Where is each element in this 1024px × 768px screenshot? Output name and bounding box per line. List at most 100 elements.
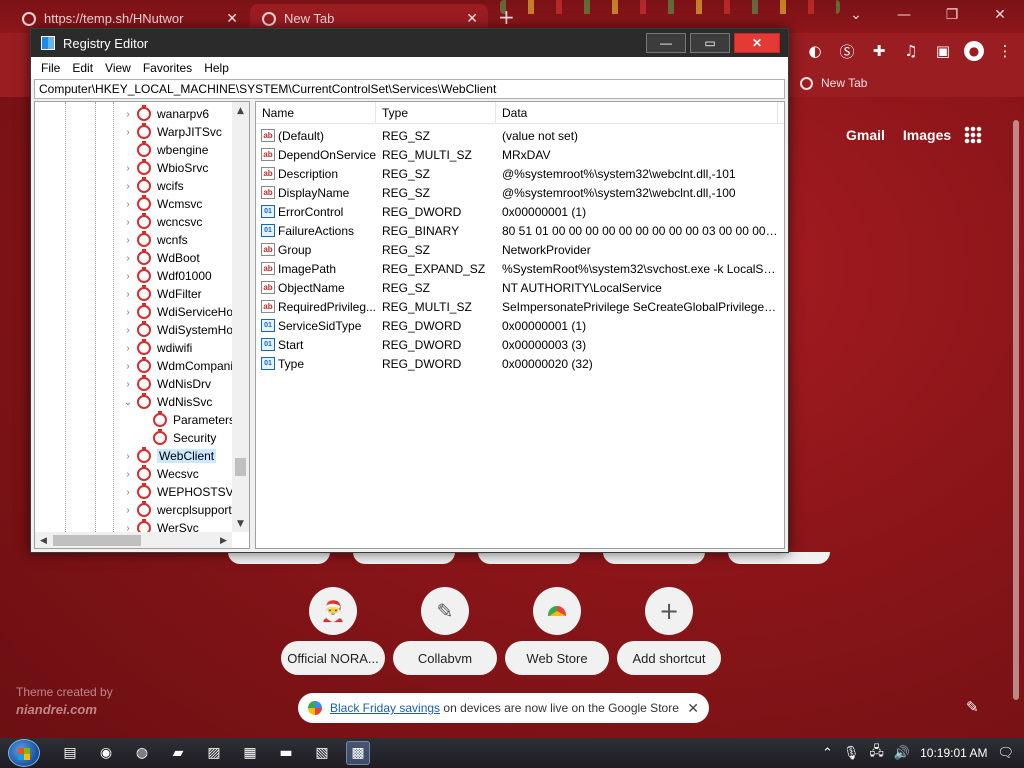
- tree-item[interactable]: › wdiwifi: [121, 339, 192, 357]
- tree-horizontal-scrollbar[interactable]: ◀ ▶: [35, 532, 232, 548]
- menu-favorites[interactable]: Favorites: [137, 61, 198, 75]
- file-explorer-icon[interactable]: ▰: [166, 741, 190, 765]
- bookmark-new-tab[interactable]: New Tab: [800, 76, 867, 90]
- flag-extension-icon[interactable]: ◐: [804, 40, 826, 62]
- close-tab-icon[interactable]: ✕: [466, 10, 478, 27]
- scroll-right-icon[interactable]: ▶: [215, 532, 232, 548]
- close-tab-icon[interactable]: ✕: [226, 10, 238, 27]
- chevron-right-icon[interactable]: ›: [121, 217, 135, 228]
- tree-item[interactable]: › Wcmsvc: [121, 195, 202, 213]
- chevron-right-icon[interactable]: ›: [121, 325, 135, 336]
- tree-item[interactable]: ⌄ WdNisSvc: [121, 393, 212, 411]
- shortcut-official-nora[interactable]: 🎅 Official NORA...: [281, 587, 385, 675]
- value-row[interactable]: ab DisplayName REG_SZ @%systemroot%\system3…: [256, 183, 784, 202]
- chevron-right-icon[interactable]: ›: [121, 199, 135, 210]
- value-row[interactable]: ab ImagePath REG_EXPAND_SZ %SystemRoot%\sys…: [256, 259, 784, 278]
- tree-item[interactable]: › WdNisDrv: [121, 375, 211, 393]
- shortcut-collabvm[interactable]: ✎ Collabvm: [393, 587, 497, 675]
- tree-item[interactable]: › wercplsupport: [121, 501, 232, 519]
- chevron-right-icon[interactable]: ›: [121, 253, 135, 264]
- value-row[interactable]: 01 FailureActions REG_BINARY 80 51 01 00 00…: [256, 221, 784, 240]
- close-icon[interactable]: ✕: [687, 700, 699, 717]
- profile-avatar-icon[interactable]: ●: [964, 41, 984, 61]
- menu-edit[interactable]: Edit: [66, 61, 99, 75]
- command-prompt-icon[interactable]: ▬: [274, 741, 298, 765]
- tree-item[interactable]: › wcnfs: [121, 231, 188, 249]
- puzzle-extensions-icon[interactable]: ✚: [868, 40, 890, 62]
- tree-item[interactable]: › wcifs: [121, 177, 184, 195]
- task-view-icon[interactable]: ▤: [58, 741, 82, 765]
- minimize-button[interactable]: —: [646, 33, 686, 53]
- value-row[interactable]: ab (Default) REG_SZ (value not set): [256, 126, 784, 145]
- regedit-taskbar-icon[interactable]: ▩: [346, 741, 370, 765]
- tree-item[interactable]: Parameters: [137, 411, 235, 429]
- new-tab-plus-icon[interactable]: +: [498, 5, 515, 29]
- tab-search-chevron-icon[interactable]: ⌄: [832, 0, 880, 30]
- chevron-right-icon[interactable]: ›: [121, 361, 135, 372]
- media-playlist-icon[interactable]: ♫: [900, 40, 922, 62]
- promo-link[interactable]: Black Friday savings: [330, 701, 440, 715]
- scrollbar-thumb[interactable]: [53, 535, 141, 546]
- value-row[interactable]: 01 Type REG_DWORD 0x00000020 (32): [256, 354, 784, 373]
- tree-item[interactable]: › WarpJITSvc: [121, 123, 222, 141]
- tree-item[interactable]: › WEPHOSTSVC: [121, 483, 242, 501]
- tree-item[interactable]: wbengine: [121, 141, 208, 159]
- value-row[interactable]: 01 ErrorControl REG_DWORD 0x00000001 (1): [256, 202, 784, 221]
- address-bar[interactable]: Computer\HKEY_LOCAL_MACHINE\SYSTEM\Curre…: [34, 79, 785, 99]
- value-row[interactable]: ab DependOnService REG_MULTI_SZ MRxDAV: [256, 145, 784, 164]
- shortcut-add[interactable]: + Add shortcut: [617, 587, 721, 675]
- close-window-icon[interactable]: ✕: [976, 0, 1024, 30]
- column-header-data[interactable]: Data: [496, 102, 778, 123]
- pencil-icon[interactable]: ✎: [966, 698, 979, 716]
- value-row[interactable]: ab Group REG_SZ NetworkProvider: [256, 240, 784, 259]
- scrollbar-thumb[interactable]: [1013, 120, 1019, 700]
- tree-item[interactable]: › Wecsvc: [121, 465, 199, 483]
- chevron-right-icon[interactable]: ›: [121, 235, 135, 246]
- chevron-right-icon[interactable]: ›: [121, 505, 135, 516]
- maximize-button[interactable]: ▭: [690, 33, 730, 53]
- scroll-left-icon[interactable]: ◀: [35, 532, 52, 548]
- microphone-icon[interactable]: 🎙: [843, 745, 860, 761]
- value-row[interactable]: 01 ServiceSidType REG_DWORD 0x00000001 (1): [256, 316, 784, 335]
- menu-view[interactable]: View: [99, 61, 137, 75]
- tree-item[interactable]: › WdiServiceHost: [121, 303, 242, 321]
- google-apps-grid-icon[interactable]: [964, 126, 982, 144]
- notepad-icon[interactable]: ▧: [310, 741, 334, 765]
- start-button[interactable]: [8, 739, 40, 767]
- side-panel-icon[interactable]: ▣: [932, 40, 954, 62]
- tree-vertical-scrollbar[interactable]: ▲ ▼: [232, 102, 249, 532]
- tree-item[interactable]: › WbioSrvc: [121, 159, 208, 177]
- chrome-taskbar-icon[interactable]: ◉: [94, 741, 118, 765]
- chevron-right-icon[interactable]: ›: [121, 343, 135, 354]
- clock[interactable]: 10:19:01 AM: [920, 746, 987, 760]
- chevron-right-icon[interactable]: ›: [121, 163, 135, 174]
- chevron-up-icon[interactable]: ⌃: [822, 745, 833, 761]
- chevron-right-icon[interactable]: ›: [121, 307, 135, 318]
- value-row[interactable]: 01 Start REG_DWORD 0x00000003 (3): [256, 335, 784, 354]
- remote-desktop-icon[interactable]: ▦: [238, 741, 262, 765]
- chevron-right-icon[interactable]: ›: [121, 469, 135, 480]
- more-menu-icon[interactable]: ⋮: [994, 40, 1016, 62]
- scrollbar-thumb[interactable]: [235, 458, 246, 476]
- menu-file[interactable]: File: [35, 61, 66, 75]
- firefox-taskbar-icon[interactable]: ◍: [130, 741, 154, 765]
- values-list-pane[interactable]: Name Type Data ab (Default) REG_SZ (value n…: [255, 101, 785, 549]
- tree-item[interactable]: › WdFilter: [121, 285, 202, 303]
- chevron-right-icon[interactable]: ›: [121, 487, 135, 498]
- tree-item[interactable]: › wanarpv6: [121, 105, 209, 123]
- network-app-icon[interactable]: ▨: [202, 741, 226, 765]
- tree-item[interactable]: ›WdmCompanionFilter: [121, 357, 249, 375]
- close-button[interactable]: ✕: [734, 33, 780, 53]
- value-row[interactable]: ab RequiredPrivileg... REG_MULTI_SZ SeImper…: [256, 297, 784, 316]
- chevron-right-icon[interactable]: ›: [121, 289, 135, 300]
- tree-item[interactable]: › wcncsvc: [121, 213, 202, 231]
- chevron-right-icon[interactable]: ›: [121, 109, 135, 120]
- chevron-right-icon[interactable]: ›: [121, 181, 135, 192]
- chevron-right-icon[interactable]: ›: [121, 451, 135, 462]
- tree-item[interactable]: › Wdf01000: [121, 267, 212, 285]
- scroll-up-icon[interactable]: ▲: [232, 102, 249, 119]
- chevron-down-icon[interactable]: ⌄: [121, 397, 135, 408]
- column-header-type[interactable]: Type: [376, 102, 496, 123]
- tree-item[interactable]: Security: [137, 429, 216, 447]
- notification-icon[interactable]: 🗨: [997, 745, 1014, 761]
